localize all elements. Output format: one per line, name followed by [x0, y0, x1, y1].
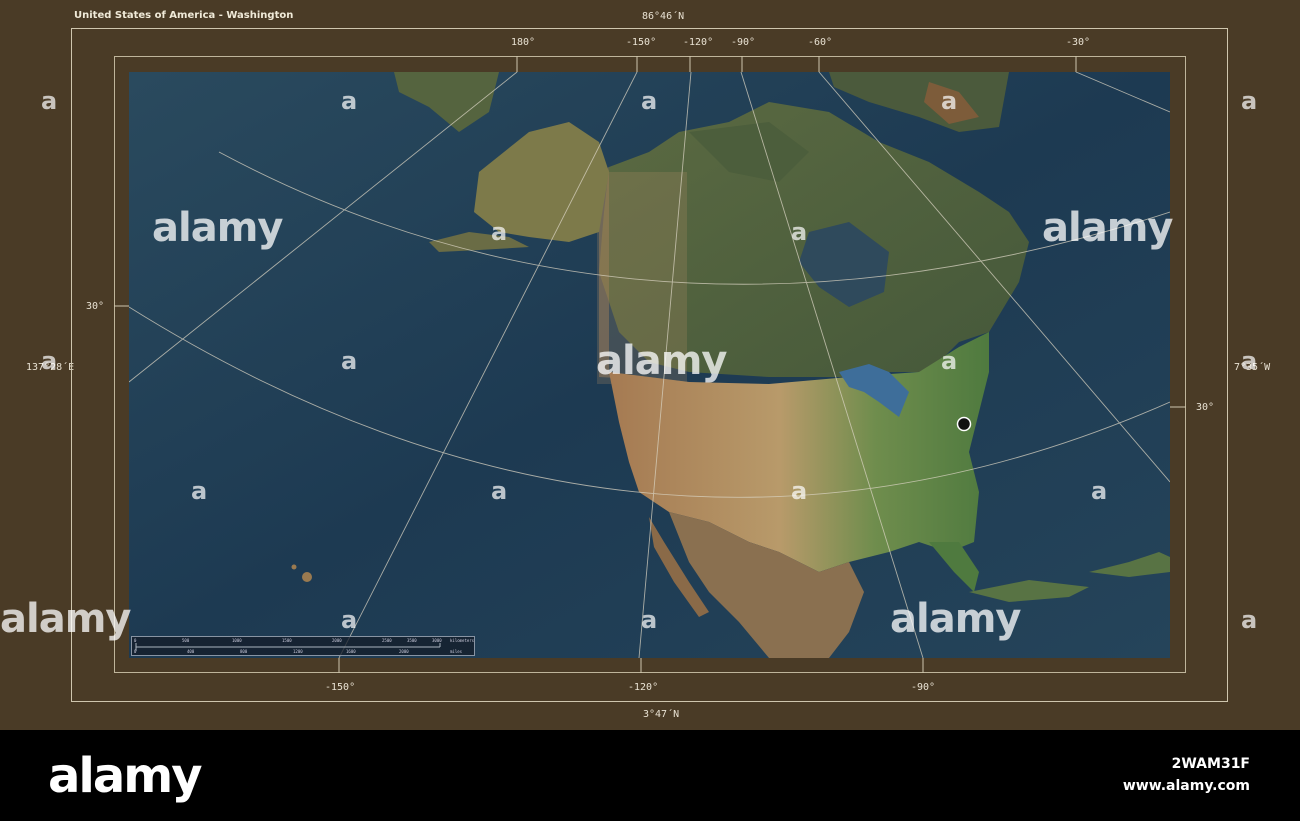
- watermark-letter: a: [41, 87, 57, 115]
- scale-km-1500: 1500: [282, 638, 292, 643]
- watermark-letter: a: [941, 87, 957, 115]
- scale-mi-0: 0: [134, 649, 137, 654]
- watermark-letter: a: [941, 347, 957, 375]
- watermark: alamy: [0, 596, 131, 642]
- watermark-letter: a: [791, 218, 807, 246]
- footer-logo: alamy: [48, 748, 203, 804]
- watermark-letter: a: [491, 477, 507, 505]
- scale-km-2500: 2500: [382, 638, 392, 643]
- scale-mi-2000: 2000: [399, 649, 409, 654]
- watermark-letter: a: [1241, 606, 1257, 634]
- footer-url[interactable]: www.alamy.com: [1123, 778, 1250, 794]
- scale-km-2000: 2000: [332, 638, 342, 643]
- watermark: alamy: [596, 338, 727, 384]
- scale-mi-1200: 1200: [293, 649, 303, 654]
- watermark: alamy: [152, 205, 283, 251]
- scale-km-1000: 1000: [232, 638, 242, 643]
- scale-km-3000: 3000: [432, 638, 442, 643]
- watermark-letter: a: [341, 87, 357, 115]
- watermark-letter: a: [791, 477, 807, 505]
- footer-image-id: 2WAM31F: [1171, 756, 1250, 772]
- watermark-letter: a: [1241, 87, 1257, 115]
- scale-mi-unit: miles: [450, 649, 463, 654]
- watermark-letter: a: [341, 606, 357, 634]
- watermark-letter: a: [1091, 477, 1107, 505]
- scale-mi-800: 800: [240, 649, 248, 654]
- watermark-letter: a: [641, 87, 657, 115]
- watermark-letter: a: [491, 218, 507, 246]
- scale-bar: 0 500 1000 1500 2000 2500 3000 3500 kilo…: [131, 636, 475, 656]
- watermark-letter: a: [1241, 347, 1257, 375]
- watermark-letter: a: [41, 347, 57, 375]
- scale-mi-400: 400: [187, 649, 195, 654]
- watermark: alamy: [890, 596, 1021, 642]
- scale-km-500: 500: [182, 638, 190, 643]
- watermark-letter: a: [191, 477, 207, 505]
- watermark: alamy: [1042, 205, 1173, 251]
- washington-marker: [956, 416, 972, 432]
- watermark-letter: a: [341, 347, 357, 375]
- scale-km-0: 0: [134, 638, 137, 643]
- scale-km-unit: kilometers: [450, 638, 475, 643]
- watermark-letter: a: [641, 606, 657, 634]
- scale-mi-1600: 1600: [346, 649, 356, 654]
- scale-km-3500: 3500: [407, 638, 417, 643]
